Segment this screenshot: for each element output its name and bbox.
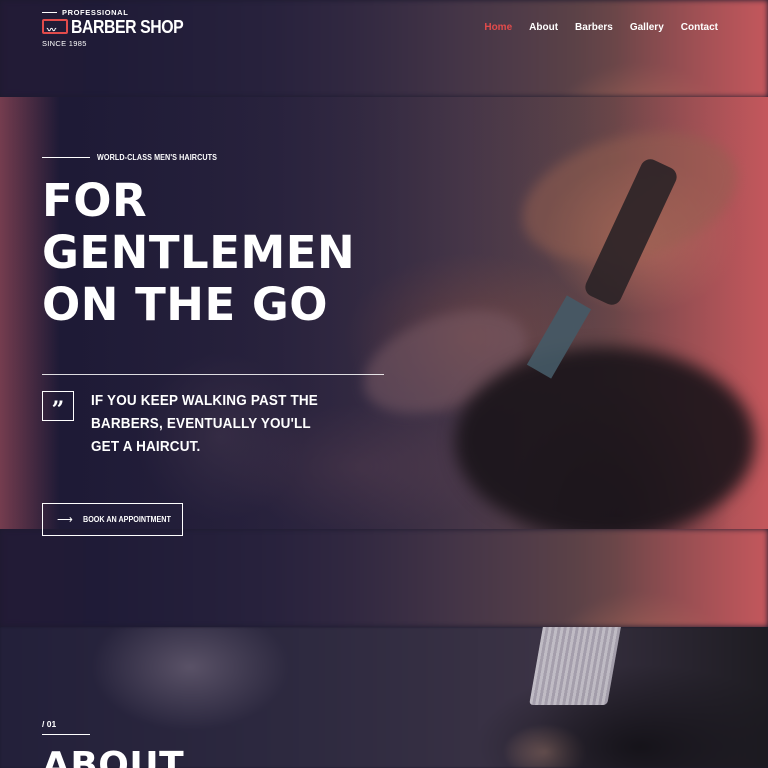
nav-barbers[interactable]: Barbers	[575, 22, 613, 33]
arrow-right-icon: ⟶	[57, 514, 73, 526]
main-nav: Home About Barbers Gallery Contact	[484, 22, 718, 33]
site-logo[interactable]: PROFESSIONAL 〰 BARBER SHOP SINCE 1985	[42, 8, 184, 52]
site-header: PROFESSIONAL 〰 BARBER SHOP SINCE 1985 Ho…	[0, 0, 768, 60]
hero-headline: FOR GENTLEMEN ON THE GO	[42, 175, 402, 331]
headline-line-3: ON THE GO	[42, 278, 329, 331]
book-appointment-button[interactable]: ⟶ BOOK AN APPOINTMENT	[42, 503, 183, 536]
section-number: / 01	[42, 719, 57, 729]
mustache-icon: 〰	[42, 19, 68, 35]
eyebrow-text: WORLD-CLASS MEN'S HAIRCUTS	[97, 153, 218, 162]
logo-name: BARBER SHOP	[71, 17, 184, 37]
logo-tagline: PROFESSIONAL	[62, 8, 129, 17]
eyebrow-rule	[42, 157, 90, 158]
headline-line-1: FOR	[42, 174, 148, 227]
headline-line-2: GENTLEMEN	[42, 226, 356, 279]
nav-contact[interactable]: Contact	[681, 22, 718, 33]
nav-home[interactable]: Home	[484, 22, 512, 33]
logo-rule	[42, 12, 57, 13]
hero-quote: IF YOU KEEP WALKING PAST THE BARBERS, EV…	[91, 393, 318, 455]
about-title: ABOUT	[42, 745, 185, 768]
hero-divider	[42, 374, 384, 375]
section-divider-image	[0, 529, 768, 627]
nav-about[interactable]: About	[529, 22, 558, 33]
quote-icon: ”	[42, 391, 74, 421]
section-number-rule	[42, 734, 90, 735]
nav-gallery[interactable]: Gallery	[630, 22, 664, 33]
book-appointment-label: BOOK AN APPOINTMENT	[82, 515, 171, 524]
hero-eyebrow: WORLD-CLASS MEN'S HAIRCUTS	[42, 153, 230, 162]
logo-since: SINCE 1985	[42, 39, 87, 48]
